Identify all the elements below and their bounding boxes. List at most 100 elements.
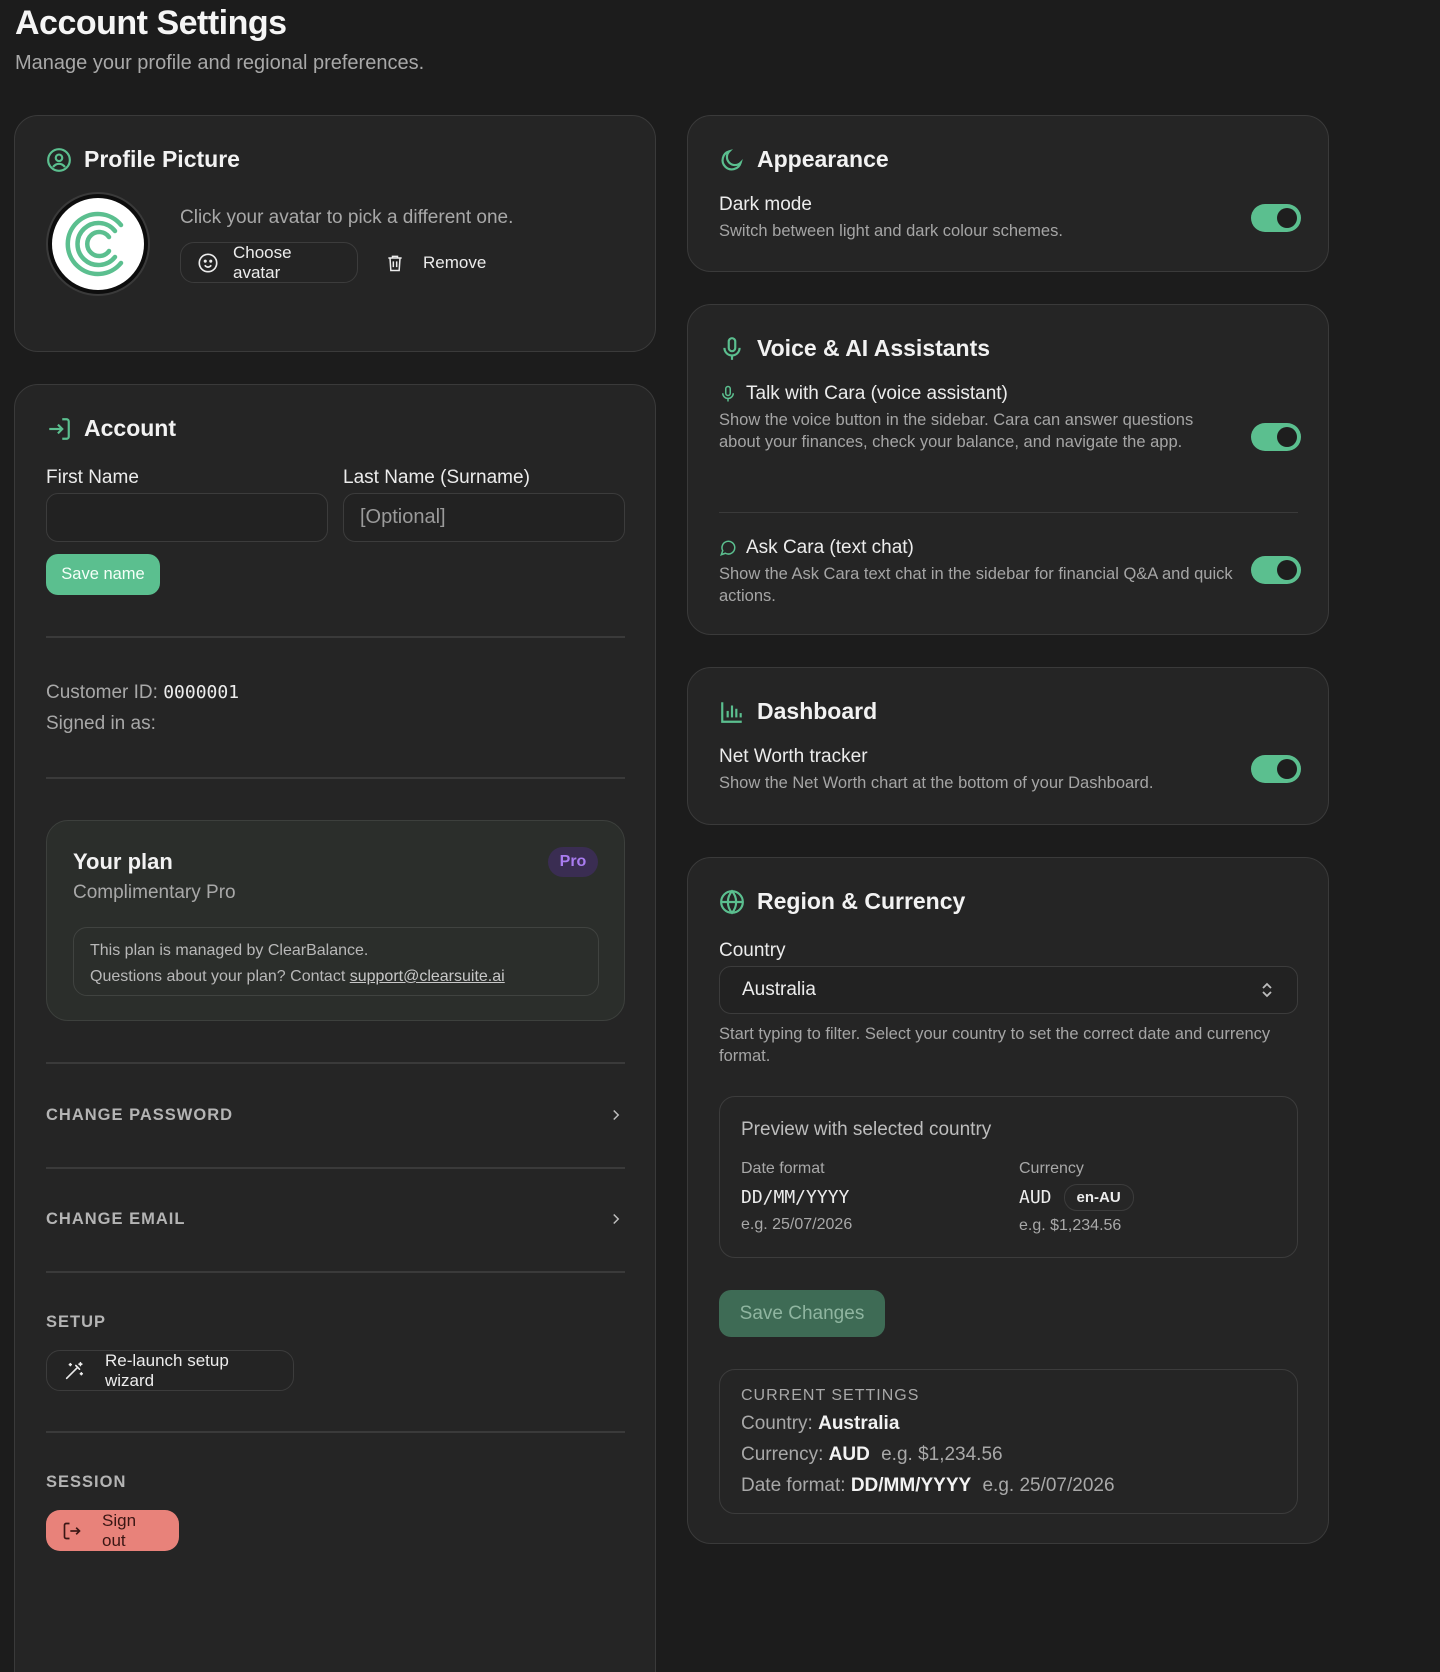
microphone-small-icon — [719, 385, 737, 403]
talk-cara-row: Talk with Cara (voice assistant) — [719, 383, 1008, 405]
first-name-label: First Name — [46, 467, 139, 488]
change-password-row[interactable]: CHANGE PASSWORD — [46, 1095, 625, 1135]
choose-avatar-button[interactable]: Choose avatar — [180, 242, 358, 283]
region-currency-title: Region & Currency — [757, 888, 966, 914]
sign-out-label: Sign out — [102, 1510, 137, 1550]
net-worth-desc: Show the Net Worth chart at the bottom o… — [719, 774, 1154, 792]
appearance-title: Appearance — [757, 146, 889, 172]
plan-note-line2-prefix: Questions about your plan? Contact — [90, 968, 350, 985]
magic-wand-icon — [63, 1360, 85, 1382]
pro-badge: Pro — [548, 847, 598, 877]
current-date-value: DD/MM/YYYY — [850, 1475, 972, 1496]
plan-note-line1: This plan is managed by ClearBalance. — [90, 942, 369, 959]
microphone-icon — [719, 336, 745, 362]
plan-box: Your plan Pro Complimentary Pro This pla… — [46, 820, 625, 1021]
currency-value: AUD — [1019, 1187, 1052, 1208]
currency-row: AUD en-AU — [1019, 1184, 1134, 1211]
avatar-hint: Click your avatar to pick a different on… — [180, 207, 514, 228]
divider — [46, 1167, 625, 1169]
current-country-label: Country: — [741, 1413, 813, 1434]
country-select[interactable]: Australia — [719, 966, 1298, 1014]
plan-note: This plan is managed by ClearBalance. Qu… — [73, 927, 599, 996]
plan-title: Your plan — [73, 849, 173, 874]
current-date-row: Date format: DD/MM/YYYY e.g. 25/07/2026 — [741, 1475, 1115, 1497]
voice-ai-card: Voice & AI Assistants Talk with Cara (vo… — [687, 304, 1329, 635]
preview-title: Preview with selected country — [741, 1119, 992, 1140]
ask-cara-desc: Show the Ask Cara text chat in the sideb… — [719, 565, 1233, 605]
profile-picture-title: Profile Picture — [84, 146, 240, 172]
relaunch-setup-label: Re-launch setup wizard — [105, 1350, 229, 1390]
preview-box: Preview with selected country Date forma… — [719, 1096, 1298, 1258]
sign-out-icon — [62, 1521, 82, 1541]
profile-picture-card: Profile Picture Click your avatar to pic… — [14, 115, 656, 352]
account-card: Account First Name Last Name (Surname) S… — [14, 384, 656, 1672]
current-currency-example: e.g. $1,234.56 — [881, 1444, 1003, 1465]
last-name-input[interactable] — [344, 494, 624, 541]
country-label: Country — [719, 940, 786, 961]
change-email-row[interactable]: CHANGE EMAIL — [46, 1199, 625, 1239]
current-currency-label: Currency: — [741, 1444, 824, 1465]
save-name-button[interactable]: Save name — [46, 554, 160, 595]
sign-out-button[interactable]: Sign out — [46, 1510, 179, 1551]
globe-icon — [719, 889, 745, 915]
divider — [46, 636, 625, 638]
divider — [46, 1271, 625, 1273]
currency-label: Currency — [1019, 1160, 1084, 1177]
divider — [719, 512, 1298, 513]
clearbalance-logo-icon — [65, 211, 124, 277]
locale-badge: en-AU — [1063, 1184, 1134, 1211]
talk-cara-toggle[interactable] — [1251, 423, 1301, 451]
smiley-icon — [197, 252, 219, 274]
region-currency-card: Region & Currency Country Australia Star… — [687, 857, 1329, 1544]
current-date-example: e.g. 25/07/2026 — [982, 1475, 1115, 1496]
current-currency-row: Currency: AUD e.g. $1,234.56 — [741, 1444, 1003, 1466]
ask-cara-toggle[interactable] — [1251, 556, 1301, 584]
account-title: Account — [84, 415, 176, 441]
choose-avatar-label: Choose avatar — [233, 242, 292, 282]
dark-mode-desc: Switch between light and dark colour sch… — [719, 222, 1063, 240]
remove-avatar-button[interactable]: Remove — [385, 242, 486, 283]
ask-cara-label: Ask Cara (text chat) — [746, 537, 914, 558]
date-format-label: Date format — [741, 1160, 825, 1177]
dark-mode-label: Dark mode — [719, 194, 812, 215]
remove-avatar-label: Remove — [423, 252, 487, 272]
setup-caption: SETUP — [46, 1313, 107, 1331]
avatar[interactable] — [46, 192, 150, 296]
support-email-link[interactable]: support@clearsuite.ai — [350, 968, 505, 985]
appearance-card: Appearance Dark mode Switch between ligh… — [687, 115, 1329, 272]
divider — [46, 1431, 625, 1433]
net-worth-toggle[interactable] — [1251, 755, 1301, 783]
date-format-value: DD/MM/YYYY — [741, 1187, 850, 1208]
plan-name: Complimentary Pro — [73, 882, 236, 903]
date-example: e.g. 25/07/2026 — [741, 1216, 853, 1233]
current-currency-value: AUD — [828, 1444, 870, 1465]
change-email-label: CHANGE EMAIL — [46, 1209, 186, 1228]
chat-bubble-icon — [719, 539, 737, 557]
chevron-up-down-icon — [1259, 980, 1275, 1000]
talk-cara-label: Talk with Cara (voice assistant) — [746, 383, 1008, 404]
moon-icon — [719, 147, 745, 173]
voice-ai-title: Voice & AI Assistants — [757, 335, 991, 361]
session-caption: SESSION — [46, 1473, 127, 1491]
divider — [46, 1062, 625, 1064]
trash-icon — [385, 252, 405, 274]
signed-in-label: Signed in as: — [46, 713, 156, 734]
customer-id-label: Customer ID: — [46, 682, 158, 703]
change-password-label: CHANGE PASSWORD — [46, 1105, 234, 1124]
page-subtitle: Manage your profile and regional prefere… — [15, 52, 425, 74]
country-select-value: Australia — [742, 979, 816, 1000]
dark-mode-toggle[interactable] — [1251, 204, 1301, 232]
relaunch-setup-button[interactable]: Re-launch setup wizard — [46, 1350, 294, 1391]
dashboard-card: Dashboard Net Worth tracker Show the Net… — [687, 667, 1329, 825]
net-worth-label: Net Worth tracker — [719, 746, 868, 767]
page-title: Account Settings — [15, 4, 287, 42]
first-name-input[interactable] — [47, 494, 327, 541]
last-name-field-wrap — [343, 493, 625, 542]
currency-example: e.g. $1,234.56 — [1019, 1217, 1122, 1234]
save-changes-button[interactable]: Save Changes — [719, 1290, 885, 1337]
talk-cara-desc: Show the voice button in the sidebar. Ca… — [719, 411, 1194, 451]
plan-note-line2: Questions about your plan? Contact suppo… — [90, 964, 582, 990]
sign-in-arrow-icon — [46, 416, 72, 442]
bar-chart-icon — [719, 699, 745, 725]
user-circle-icon — [46, 147, 72, 173]
